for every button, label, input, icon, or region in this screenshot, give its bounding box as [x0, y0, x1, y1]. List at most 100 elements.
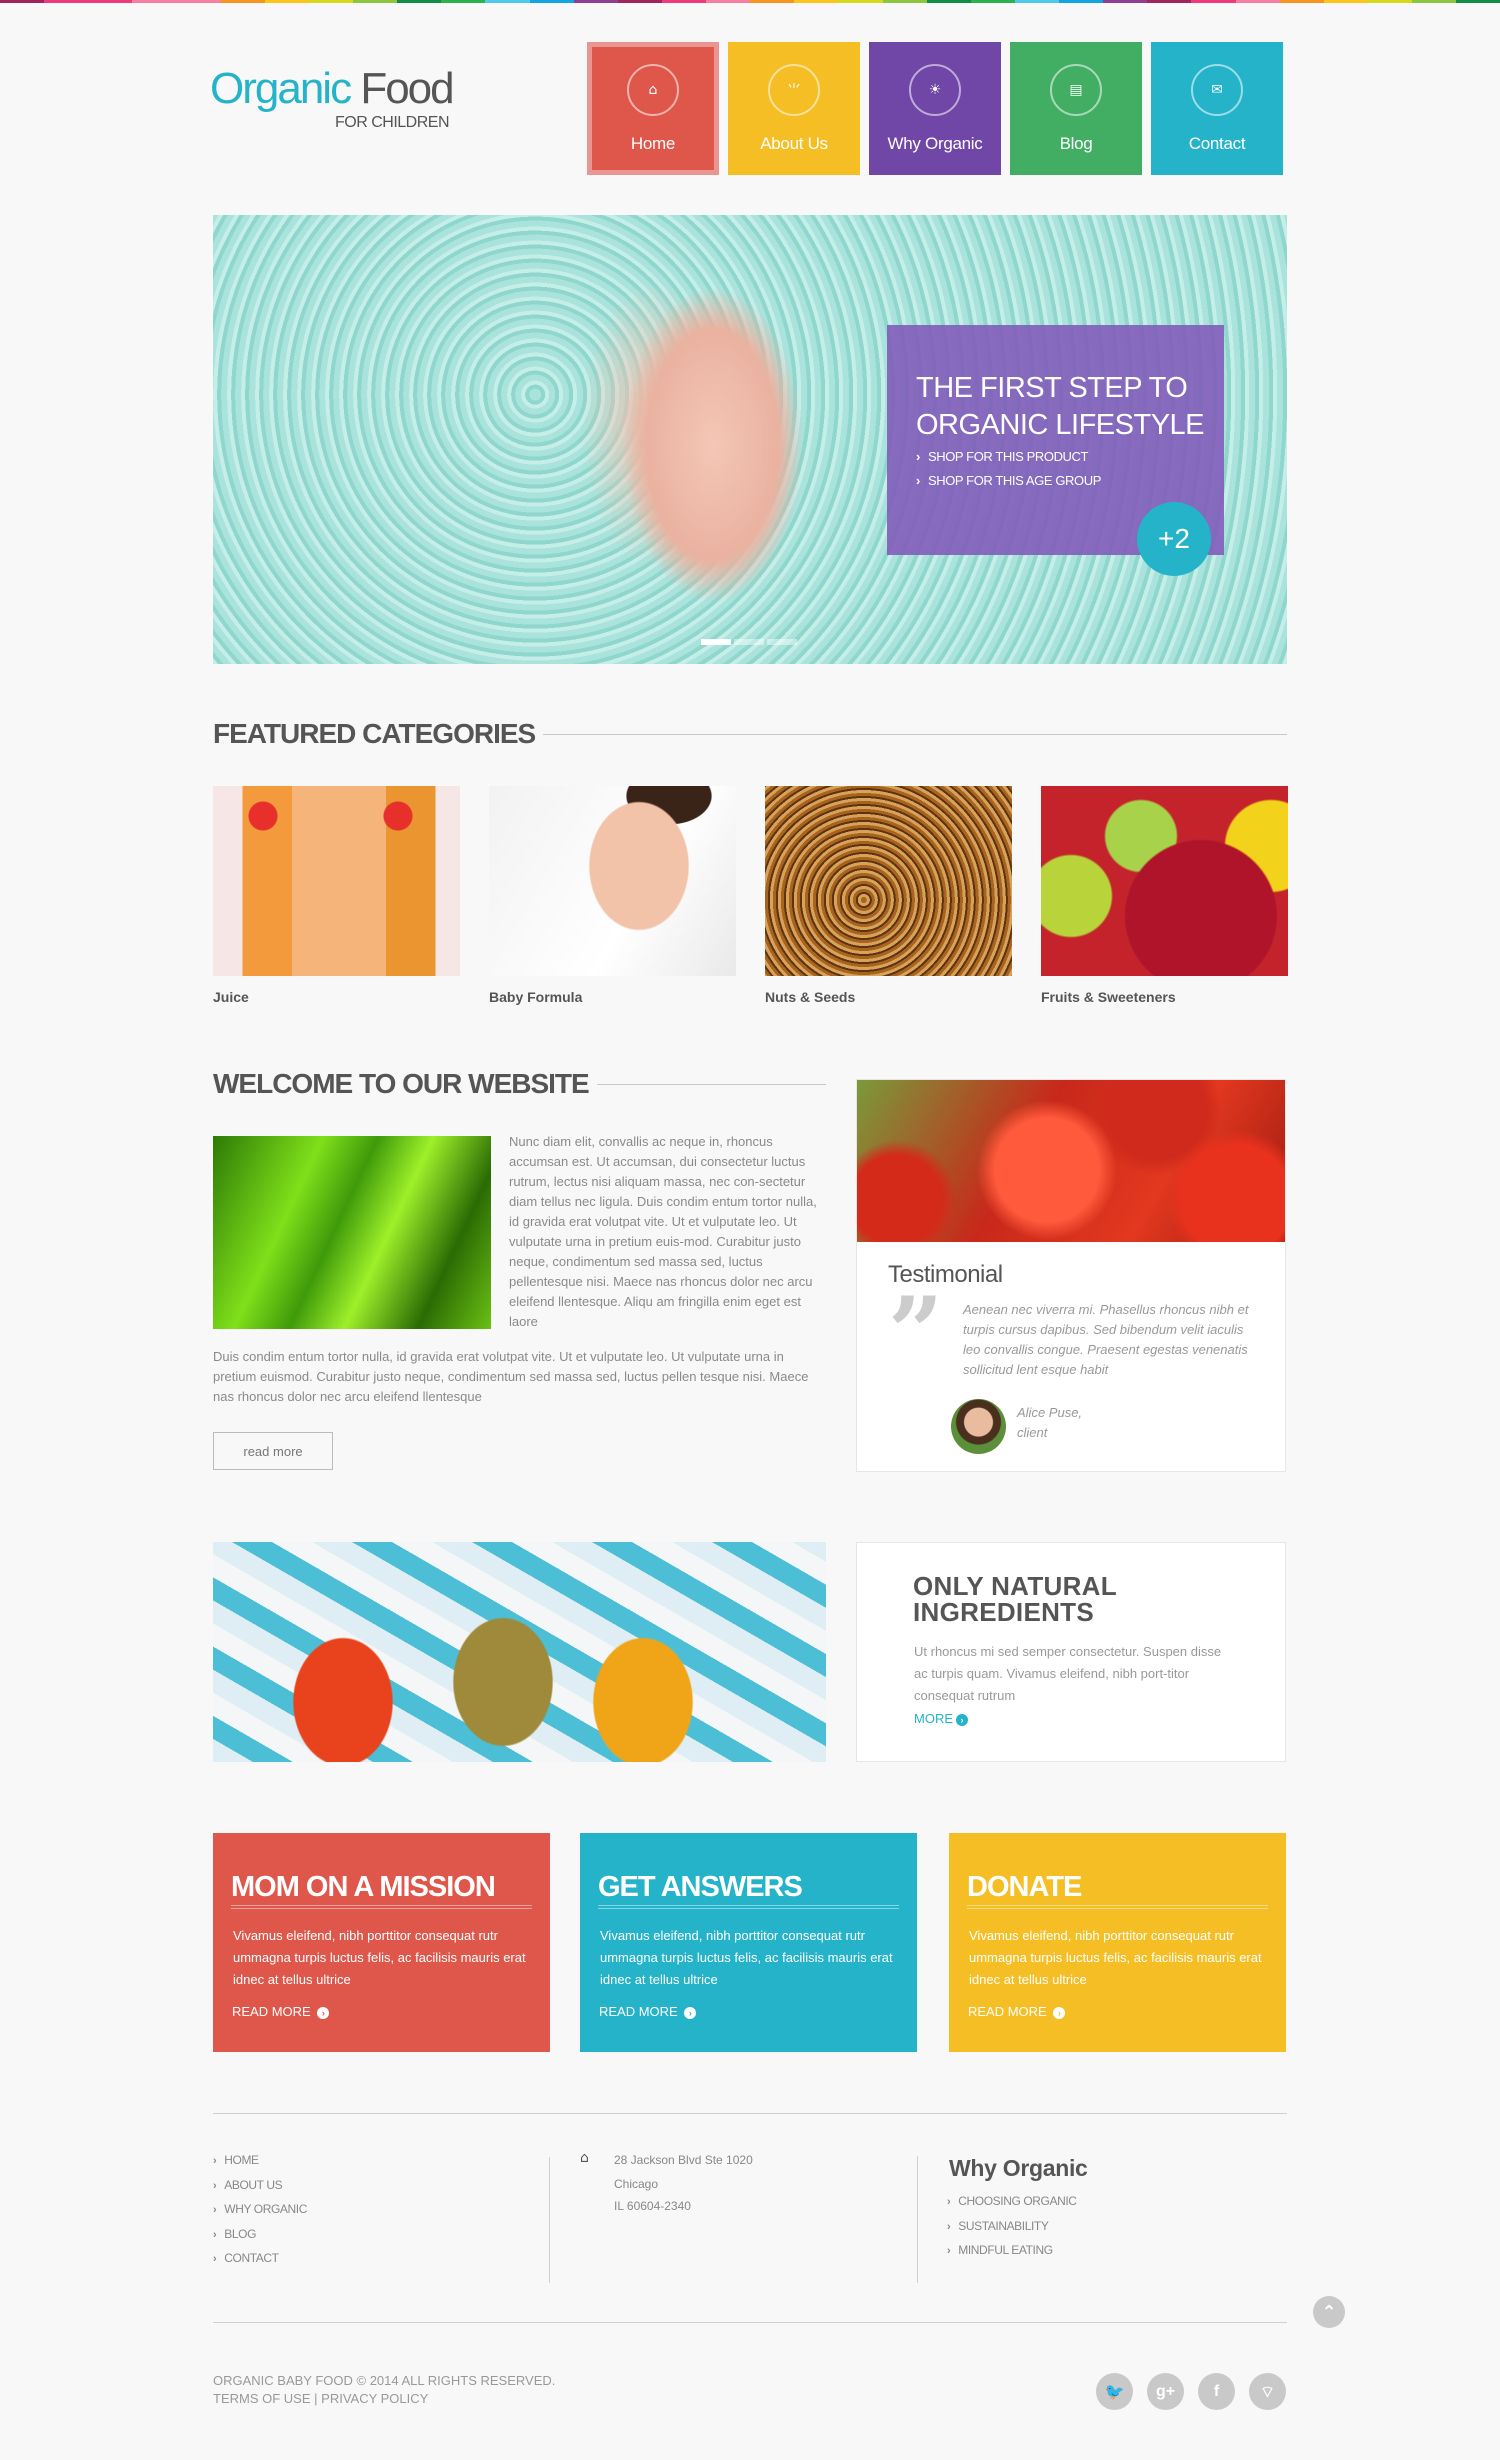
- footer-address: 28 Jackson Blvd Ste 1020 Chicago IL 6060…: [614, 2149, 753, 2218]
- category-image[interactable]: [765, 786, 1012, 976]
- envelope-icon: ✉: [1191, 64, 1243, 116]
- title-divider: [543, 733, 1287, 735]
- rss-button[interactable]: ⌔: [1249, 2373, 1286, 2410]
- rainbow-segment: [88, 0, 133, 3]
- back-to-top-button[interactable]: ⌃: [1313, 2296, 1345, 2328]
- chevron-right-icon: ›: [947, 2220, 951, 2233]
- slider-dot[interactable]: [701, 639, 731, 645]
- category-image[interactable]: [1041, 786, 1288, 976]
- shop-product-link[interactable]: › SHOP FOR THIS PRODUCT: [916, 449, 1088, 464]
- shop-age-group-link[interactable]: › SHOP FOR THIS AGE GROUP: [916, 473, 1101, 488]
- footer-link-choosing-organic[interactable]: › CHOOSING ORGANIC: [947, 2190, 1077, 2215]
- why-organic-links: › CHOOSING ORGANIC › SUSTAINABILITY › MINDFUL…: [947, 2190, 1077, 2264]
- footer-link-label: ABOUT US: [224, 2177, 283, 2192]
- arrow-circle-right-icon: ›: [684, 2006, 697, 2019]
- slider-pagination: [701, 639, 797, 645]
- testimonial-author: Alice Puse, client: [1017, 1403, 1082, 1443]
- section-title: WELCOME TO OUR WEBSITE: [213, 1068, 590, 1099]
- category-juice[interactable]: Juice: [213, 786, 460, 1005]
- strawberry-image: [857, 1080, 1285, 1242]
- nav-label: Contact: [1188, 134, 1246, 153]
- rainbow-segment: [0, 0, 45, 3]
- category-label[interactable]: Nuts & Seeds: [765, 989, 1012, 1005]
- rainbow-segment: [573, 0, 618, 3]
- natural-title: ONLY NATURAL INGREDIENTS: [913, 1571, 1117, 1627]
- rainbow-segment: [441, 0, 486, 3]
- category-baby-formula[interactable]: Baby Formula: [489, 786, 736, 1005]
- nav-label: Blog: [1059, 134, 1093, 153]
- category-label[interactable]: Fruits & Sweeteners: [1041, 989, 1288, 1005]
- nav-why-organic[interactable]: ☀ Why Organic: [869, 42, 1001, 175]
- arrow-circle-right-icon: ›: [1053, 2006, 1066, 2019]
- nav-label: Why Organic: [887, 134, 983, 153]
- address-line: IL 60604-2340: [614, 2198, 691, 2213]
- welcome-heading: WELCOME TO OUR WEBSITE: [213, 1066, 826, 1102]
- nav-contact[interactable]: ✉ Contact: [1151, 42, 1283, 175]
- natural-more-link[interactable]: MORE ›: [914, 1711, 968, 1726]
- footer-link-mindful-eating[interactable]: › MINDFUL EATING: [947, 2239, 1077, 2264]
- title-divider: [596, 1083, 826, 1085]
- rainbow-segment: [1235, 0, 1280, 3]
- grass-icon: ⺌: [768, 64, 820, 116]
- address-line: Chicago: [614, 2176, 659, 2191]
- hero-slider[interactable]: THE FIRST STEP TO ORGANIC LIFESTYLE › SHOP…: [213, 215, 1287, 664]
- welcome-image: [213, 1136, 491, 1329]
- mom-on-a-mission-box: MOM ON A MISSION Vivamus eleifend, nibh …: [213, 1833, 550, 2052]
- logo[interactable]: Organic Food FOR CHILDREN: [210, 66, 460, 146]
- box-title: DONATE: [967, 1871, 1082, 1903]
- privacy-policy-link[interactable]: PRIVACY POLICY: [321, 2391, 428, 2406]
- terms-of-use-link[interactable]: TERMS OF USE: [213, 2391, 311, 2406]
- chevron-right-icon: ›: [213, 2179, 217, 2192]
- footer-column-divider: [917, 2156, 918, 2283]
- home-icon: ⌂: [627, 64, 679, 116]
- hero-more-badge[interactable]: +2: [1137, 502, 1211, 576]
- category-label[interactable]: Baby Formula: [489, 989, 736, 1005]
- avatar: [951, 1399, 1006, 1454]
- rainbow-segment: [44, 0, 89, 3]
- footer-link-about-us[interactable]: › ABOUT US: [213, 2174, 307, 2199]
- testimonial-quote: Aenean nec viverra mi. Phasellus rhoncus…: [963, 1302, 1249, 1377]
- box-divider: [598, 1905, 899, 1909]
- read-more-button[interactable]: read more: [213, 1432, 333, 1470]
- footer-link-blog[interactable]: › BLOG: [213, 2223, 307, 2248]
- nav-about-us[interactable]: ⺌ About Us: [728, 42, 860, 175]
- chevron-right-icon: ›: [213, 2204, 217, 2216]
- rainbow-segment: [706, 0, 751, 3]
- twitter-button[interactable]: 🐦: [1096, 2373, 1133, 2410]
- footer-link-contact[interactable]: › CONTACT: [213, 2247, 307, 2272]
- category-nuts-seeds[interactable]: Nuts & Seeds: [765, 786, 1012, 1005]
- notebook-icon: ▤: [1050, 64, 1102, 116]
- category-label[interactable]: Juice: [213, 989, 460, 1005]
- rainbow-segment: [1367, 0, 1412, 3]
- slider-dot[interactable]: [767, 639, 797, 645]
- nav-blog[interactable]: ▤ Blog: [1010, 42, 1142, 175]
- rainbow-segment: [617, 0, 662, 3]
- footer-link-sustainability[interactable]: › SUSTAINABILITY: [947, 2215, 1077, 2240]
- footer-link-label: CHOOSING ORGANIC: [958, 2194, 1077, 2208]
- footer-column-divider: [549, 2157, 550, 2283]
- category-image[interactable]: [489, 786, 736, 976]
- chevron-right-icon: ›: [947, 2196, 951, 2208]
- twitter-icon: 🐦: [1104, 2383, 1125, 2401]
- logo-word-organic: Organic: [210, 64, 352, 113]
- category-fruits-sweeteners[interactable]: Fruits & Sweeteners: [1041, 786, 1288, 1005]
- footer-link-home[interactable]: › HOME: [213, 2149, 307, 2174]
- nav-home[interactable]: ⌂ Home: [587, 42, 719, 175]
- facebook-button[interactable]: f: [1198, 2373, 1235, 2410]
- chevron-right-icon: ›: [213, 2155, 217, 2167]
- box-read-more-link[interactable]: READ MORE ›: [968, 2004, 1066, 2019]
- welcome-paragraph-1: Nunc diam elit, convallis ac neque in, r…: [509, 1134, 817, 1329]
- category-image[interactable]: [213, 786, 460, 976]
- address-line: 28 Jackson Blvd Ste 1020: [614, 2153, 753, 2167]
- footer-link-label: CONTACT: [224, 2251, 279, 2265]
- box-divider: [231, 1905, 532, 1909]
- google-plus-icon: g+: [1155, 2382, 1176, 2400]
- why-organic-heading: Why Organic: [949, 2155, 1088, 2181]
- slider-dot[interactable]: [734, 639, 764, 645]
- rainbow-segment: [661, 0, 706, 3]
- footer-link-why-organic[interactable]: › WHY ORGANIC: [213, 2198, 307, 2223]
- box-read-more-link[interactable]: READ MORE ›: [599, 2004, 697, 2019]
- rainbow-segment: [1147, 0, 1192, 3]
- box-read-more-link[interactable]: READ MORE ›: [232, 2004, 330, 2019]
- google-plus-button[interactable]: g+: [1147, 2373, 1184, 2410]
